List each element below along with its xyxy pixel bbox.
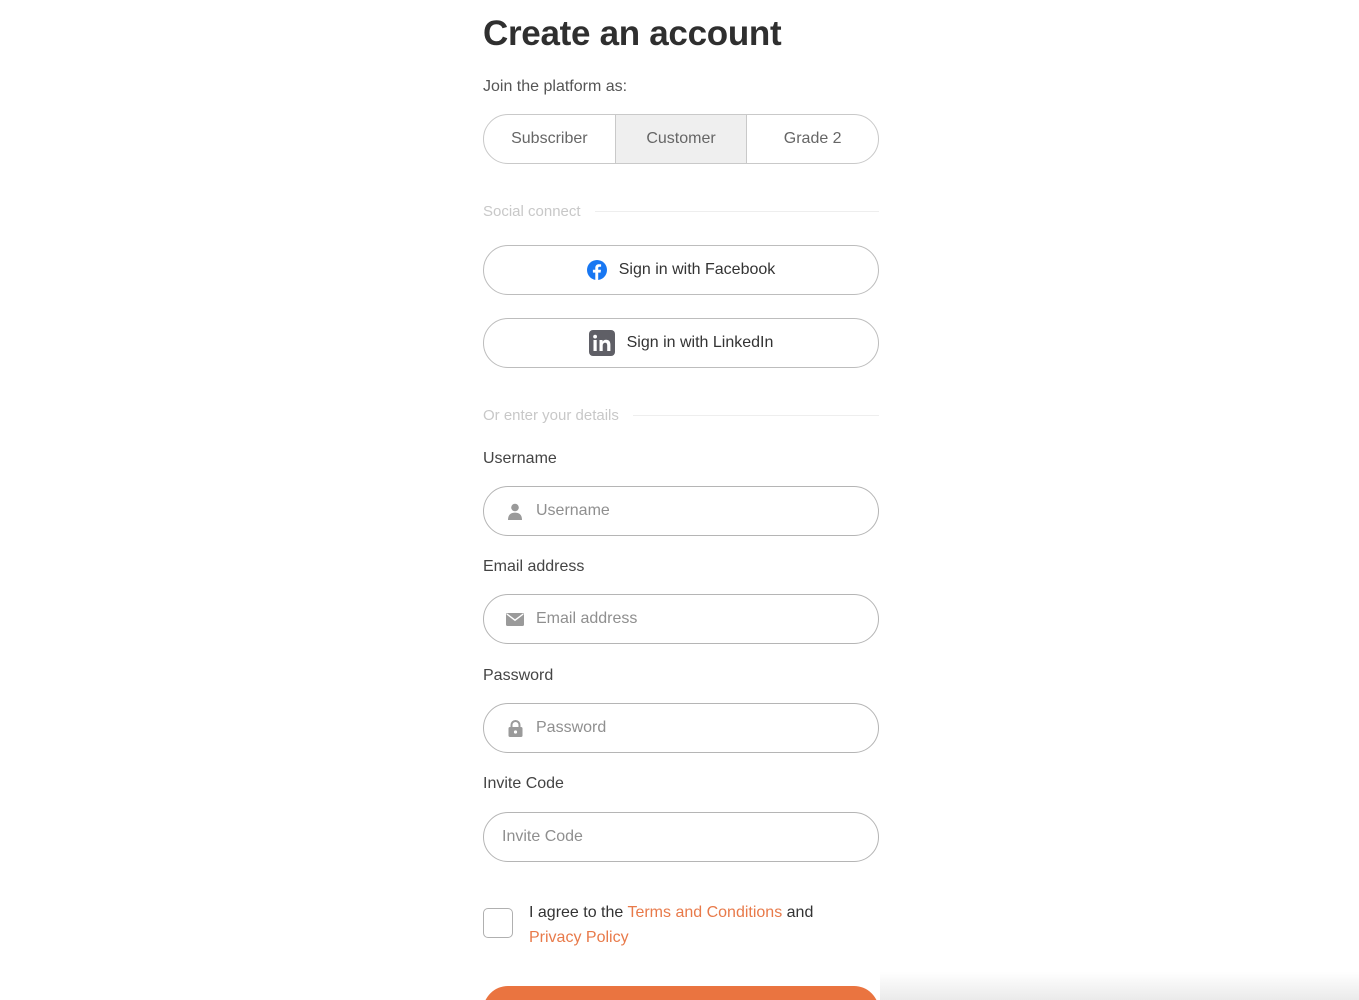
page-title: Create an account [483, 14, 782, 53]
username-field-wrapper [483, 486, 879, 536]
divider-line [632, 415, 879, 416]
email-field-wrapper [483, 594, 879, 644]
terms-agreement-text: I agree to the Terms and Conditions and … [529, 900, 849, 950]
agree-joiner: and [786, 904, 814, 921]
details-divider-label: Or enter your details [483, 407, 619, 424]
terms-link[interactable]: Terms and Conditions [627, 904, 782, 921]
divider-line [594, 211, 879, 212]
invite-code-field-wrapper [483, 812, 879, 862]
facebook-signin-label: Sign in with Facebook [618, 261, 776, 278]
username-label: Username [483, 450, 557, 467]
facebook-signin-button[interactable]: Sign in with Facebook [483, 245, 879, 295]
role-option-grade-2[interactable]: Grade 2 [746, 115, 878, 163]
linkedin-signin-label: Sign in with LinkedIn [626, 334, 774, 351]
agree-prefix: I agree to the [529, 904, 624, 921]
email-label: Email address [483, 558, 585, 575]
mail-icon [506, 610, 524, 628]
social-connect-divider: Social connect [483, 203, 879, 220]
social-connect-label: Social connect [483, 203, 581, 220]
invite-code-input[interactable] [502, 828, 822, 846]
password-input[interactable] [536, 719, 856, 737]
role-option-customer[interactable]: Customer [614, 115, 747, 163]
details-divider: Or enter your details [483, 407, 879, 424]
terms-checkbox[interactable] [483, 908, 513, 938]
role-selector: Subscriber Customer Grade 2 [483, 114, 879, 164]
linkedin-icon [588, 330, 615, 356]
user-icon [506, 502, 524, 520]
lock-icon [506, 719, 524, 737]
privacy-policy-link[interactable]: Privacy Policy [529, 929, 629, 946]
password-field-wrapper [483, 703, 879, 753]
linkedin-signin-button[interactable]: Sign in with LinkedIn [483, 318, 879, 368]
create-account-button[interactable] [483, 986, 879, 1000]
join-platform-label: Join the platform as: [483, 78, 628, 95]
bottom-overlay-shadow [880, 972, 1359, 1000]
role-option-subscriber[interactable]: Subscriber [484, 115, 615, 163]
username-input[interactable] [536, 502, 856, 520]
invite-code-label: Invite Code [483, 775, 564, 792]
email-input[interactable] [536, 610, 856, 628]
password-label: Password [483, 667, 554, 684]
signup-page: Create an account Join the platform as: … [0, 0, 1359, 1000]
facebook-icon [586, 260, 607, 280]
